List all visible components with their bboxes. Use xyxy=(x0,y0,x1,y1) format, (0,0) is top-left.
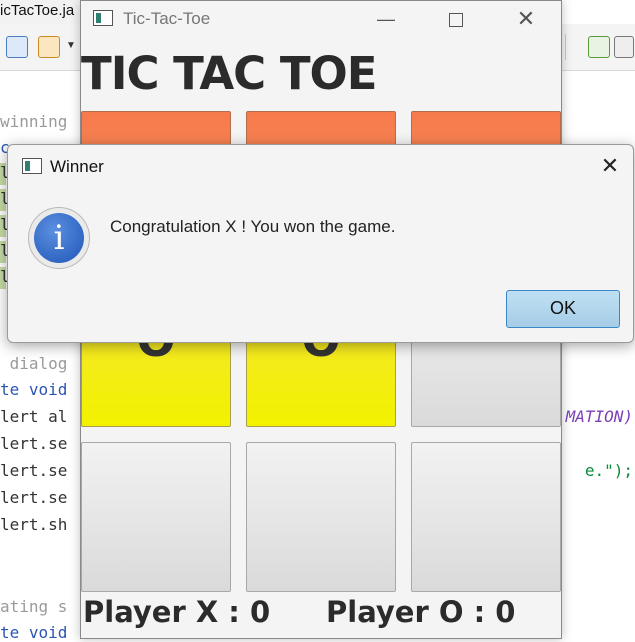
board-cell-7[interactable] xyxy=(81,442,231,592)
close-button[interactable]: ✕ xyxy=(506,5,546,33)
editor-tab-title: icTacToe.ja xyxy=(0,2,75,19)
code-line: dialog xyxy=(0,354,68,373)
console-icon[interactable] xyxy=(614,36,634,58)
ok-button[interactable]: OK xyxy=(506,290,620,328)
code-line: lert.se xyxy=(0,488,68,507)
code-line: lert.se xyxy=(0,461,68,480)
minimize-button[interactable]: — xyxy=(366,5,406,33)
code-line: lert.sh xyxy=(0,515,68,534)
code-line: lert.se xyxy=(0,434,68,453)
code-line: lert al xyxy=(0,407,68,426)
board-cell-9[interactable] xyxy=(411,442,561,592)
board-cell-8[interactable] xyxy=(246,442,396,592)
window-title: Tic-Tac-Toe xyxy=(123,9,211,28)
run-config-icon[interactable] xyxy=(38,36,60,58)
code-line-fragment: e."); xyxy=(584,461,633,480)
dialog-title: Winner xyxy=(50,157,104,176)
winner-dialog: Winner ✕ i Congratulation X ! You won th… xyxy=(7,144,634,343)
dialog-app-icon xyxy=(22,158,42,174)
code-line: ating s xyxy=(0,597,68,616)
maximize-button[interactable] xyxy=(436,5,476,33)
code-line: te void xyxy=(0,623,68,642)
maximize-icon xyxy=(449,13,463,28)
game-heading: TIC TAC TOE xyxy=(81,47,378,100)
dialog-close-button[interactable]: ✕ xyxy=(596,153,624,179)
information-icon: i xyxy=(28,207,90,269)
window-titlebar[interactable]: Tic-Tac-Toe — ✕ xyxy=(81,1,561,37)
player-x-score: Player X : 0 xyxy=(83,595,271,629)
toggle-breakpoint-icon[interactable] xyxy=(6,36,28,58)
profile-icon[interactable] xyxy=(588,36,610,58)
code-line: te void xyxy=(0,380,68,399)
chevron-down-icon[interactable]: ▼ xyxy=(66,40,76,51)
editor-tab[interactable]: icTacToe.ja xyxy=(0,0,90,24)
toolbar-divider xyxy=(565,34,566,60)
dialog-message: Congratulation X ! You won the game. xyxy=(110,217,396,236)
information-icon-glyph: i xyxy=(34,213,84,263)
code-line-fragment: MATION) xyxy=(565,407,633,426)
app-icon xyxy=(93,10,113,26)
code-line: winning xyxy=(0,112,68,131)
player-o-score: Player O : 0 xyxy=(326,595,516,629)
